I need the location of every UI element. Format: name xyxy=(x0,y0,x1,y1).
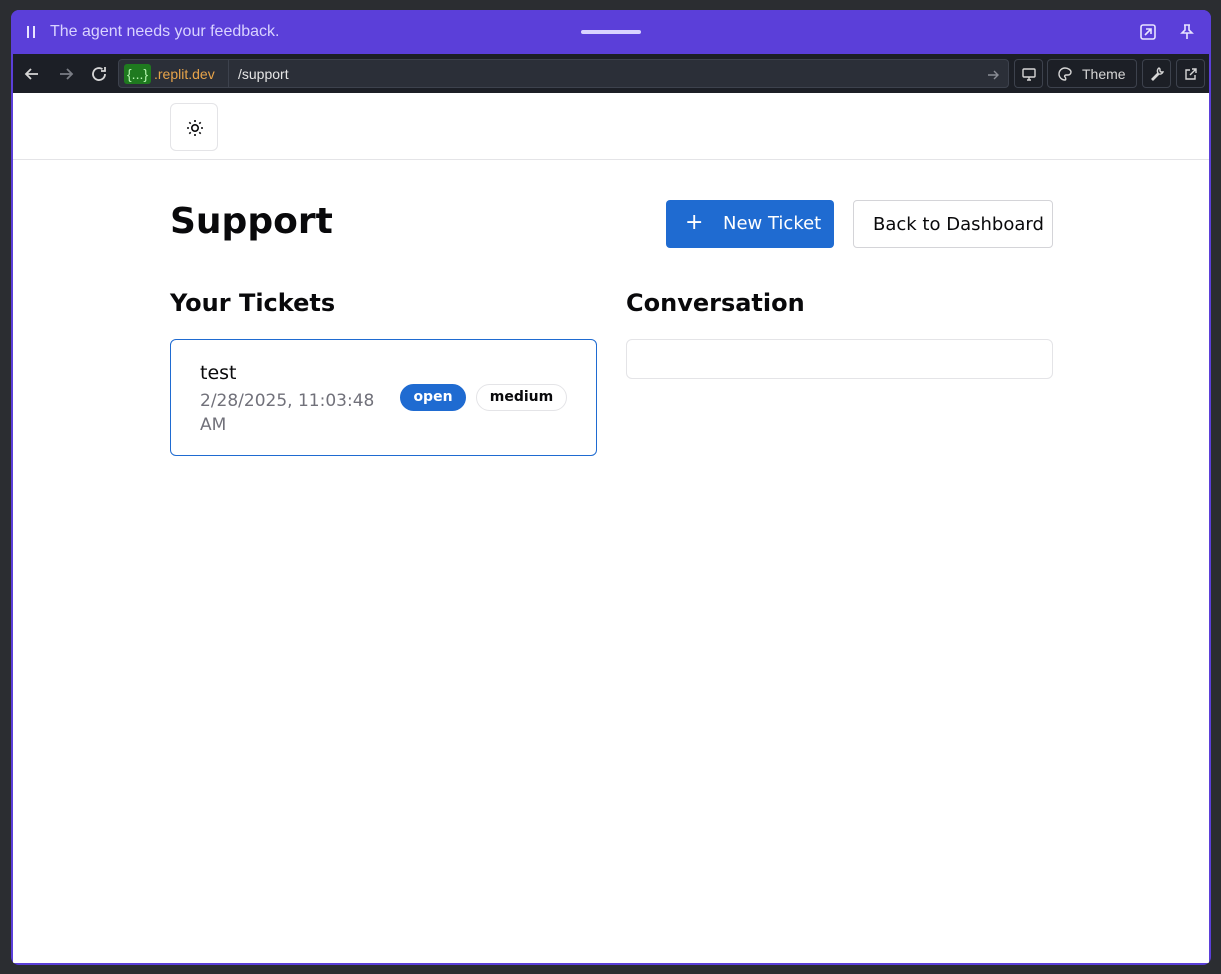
back-to-dashboard-button[interactable]: Back to Dashboard xyxy=(853,200,1053,248)
tickets-heading: Your Tickets xyxy=(170,289,336,317)
ticket-date: 2/28/2025, 11:03:48 AM xyxy=(200,391,375,435)
back-arrow-icon[interactable] xyxy=(22,64,42,84)
theme-toggle-button[interactable] xyxy=(170,103,218,151)
url-path[interactable]: /support xyxy=(238,66,289,82)
go-arrow-icon[interactable] xyxy=(986,67,1000,81)
new-ticket-button[interactable]: + New Ticket xyxy=(666,200,834,248)
browser-window: The agent needs your feedback. {...} .re… xyxy=(11,10,1211,965)
new-ticket-label: New Ticket xyxy=(723,213,822,234)
browser-toolbar: {...} .replit.dev /support Theme xyxy=(13,54,1209,93)
theme-button[interactable]: Theme xyxy=(1047,59,1137,88)
url-domain: .replit.dev xyxy=(154,66,215,82)
palette-icon xyxy=(1058,67,1072,81)
feedback-message: The agent needs your feedback. xyxy=(50,23,280,40)
conversation-panel xyxy=(626,339,1053,379)
app-header xyxy=(13,93,1209,160)
ticket-title: test xyxy=(200,362,237,384)
page-title: Support xyxy=(170,201,333,242)
plus-icon: + xyxy=(685,210,704,235)
devtools-button[interactable] xyxy=(1142,59,1171,88)
reload-icon[interactable] xyxy=(89,64,109,84)
page-content: Support + New Ticket Back to Dashboard Y… xyxy=(13,93,1209,963)
url-tag: {...} xyxy=(124,64,152,84)
device-preview-button[interactable] xyxy=(1014,59,1043,88)
sun-icon xyxy=(187,120,203,136)
monitor-icon xyxy=(1022,68,1036,81)
status-badge: open xyxy=(400,384,466,411)
feedback-banner: The agent needs your feedback. xyxy=(11,10,1211,54)
back-to-dashboard-label: Back to Dashboard xyxy=(873,214,1044,235)
external-link-icon xyxy=(1185,68,1197,80)
url-divider xyxy=(228,60,229,87)
theme-label: Theme xyxy=(1082,66,1126,82)
address-bar[interactable]: {...} .replit.dev /support xyxy=(118,59,1009,88)
priority-badge: medium xyxy=(476,384,567,411)
open-external-button[interactable] xyxy=(1176,59,1205,88)
expand-icon[interactable] xyxy=(1139,23,1157,41)
wrench-icon xyxy=(1151,67,1165,81)
pause-icon[interactable] xyxy=(25,24,37,40)
drag-handle[interactable] xyxy=(581,30,641,34)
ticket-card[interactable]: test 2/28/2025, 11:03:48 AM open medium xyxy=(170,339,597,456)
pin-icon[interactable] xyxy=(1178,23,1196,41)
conversation-heading: Conversation xyxy=(626,289,805,317)
forward-arrow-icon[interactable] xyxy=(56,64,76,84)
